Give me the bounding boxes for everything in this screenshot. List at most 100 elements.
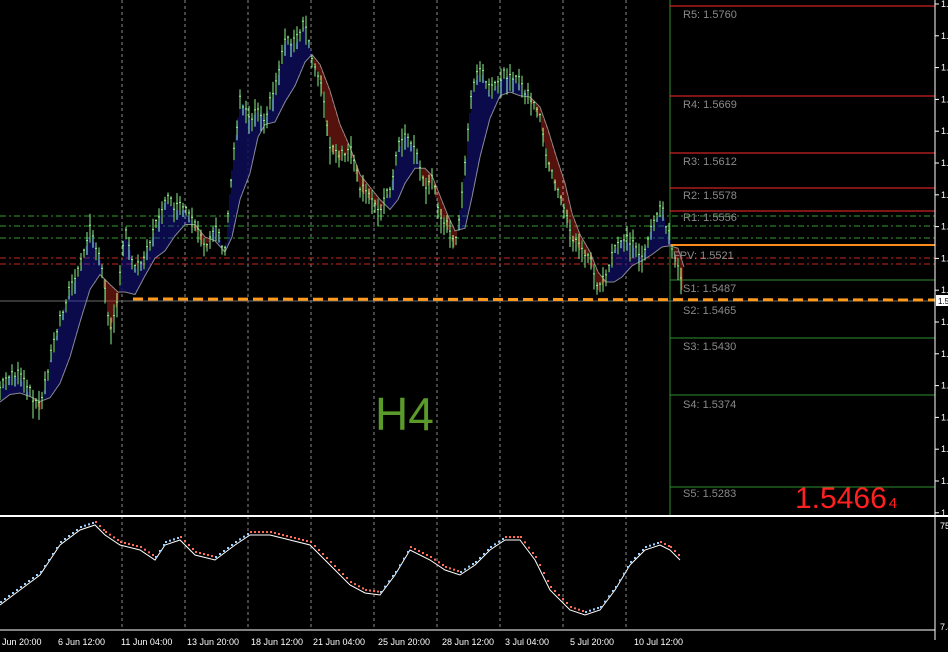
indicator-dot xyxy=(310,541,312,543)
indicator-dot xyxy=(414,548,416,550)
indicator-dot xyxy=(479,557,481,559)
price-axis-label: 1.55730 xyxy=(941,190,948,200)
indicator-dot xyxy=(195,551,197,553)
indicator-dot xyxy=(8,595,10,597)
indicator-dot xyxy=(270,531,272,533)
indicator-dot xyxy=(266,531,268,533)
indicator-dot xyxy=(589,609,591,612)
indicator-dot xyxy=(192,548,194,550)
pivot-label: R5: 1.5760 xyxy=(683,9,737,21)
indicator-dot xyxy=(634,557,636,559)
price-axis-label: 1.53190 xyxy=(941,444,948,454)
indicator-dot xyxy=(418,550,420,552)
pivot-label: S5: 1.5283 xyxy=(683,488,736,500)
price-axis-label: 1.54140 xyxy=(941,349,948,359)
price-axis-label: 1.56045 xyxy=(941,158,948,168)
time-label: 11 Jun 04:00 xyxy=(121,637,172,647)
indicator-dot xyxy=(535,556,537,558)
current-price-sub: 4 xyxy=(889,495,897,512)
indicator-dot xyxy=(235,541,237,543)
indicator-dot xyxy=(434,558,436,561)
indicator-dot xyxy=(373,590,375,593)
indicator-bottom-value: 7.4152 xyxy=(940,622,948,632)
indicator-dot xyxy=(199,552,201,554)
timeframe-label: H4 xyxy=(375,388,434,440)
price-axis-label: 1.57695 xyxy=(941,0,948,9)
time-label: 5 Jul 20:00 xyxy=(570,637,614,647)
indicator-dot xyxy=(395,571,397,573)
indicator-dot xyxy=(660,541,662,543)
indicator-dot xyxy=(627,566,629,568)
indicator-dot xyxy=(88,523,90,526)
indicator-dot xyxy=(286,535,288,537)
time-label: 18 Jun 12:00 xyxy=(251,637,303,647)
indicator-dot xyxy=(380,591,382,593)
indicator-dot xyxy=(498,540,500,543)
indicator-dot xyxy=(475,561,477,563)
indicator-dot xyxy=(403,557,405,560)
indicator-dot xyxy=(468,565,470,568)
indicator-dot xyxy=(384,585,386,588)
indicator-dot xyxy=(674,550,676,552)
indicator-dot xyxy=(20,586,22,588)
indicator-dot xyxy=(258,531,260,533)
indicator-dot xyxy=(60,541,62,543)
indicator-dot xyxy=(140,546,142,548)
indicator-dot xyxy=(152,554,154,556)
indicator-dot xyxy=(604,600,606,603)
indicator-dot xyxy=(407,551,409,553)
indicator-dot xyxy=(68,535,70,537)
time-label: 25 Jun 20:00 xyxy=(378,637,430,647)
indicator-dot xyxy=(623,572,625,575)
indicator-dot xyxy=(109,533,111,536)
indicator-dot xyxy=(44,565,46,567)
indicator-dot xyxy=(524,541,526,544)
time-label: 6 Jun 12:00 xyxy=(58,637,105,647)
indicator-dot xyxy=(558,594,560,596)
indicator-dot xyxy=(554,590,556,592)
indicator-dot xyxy=(128,543,130,545)
indicator-dot xyxy=(278,533,280,535)
indicator-dot xyxy=(144,548,146,551)
indicator-dot xyxy=(113,536,115,539)
indicator-dot xyxy=(619,579,621,582)
indicator-dot xyxy=(314,545,316,547)
indicator-dot xyxy=(453,568,455,571)
indicator-dot xyxy=(52,553,54,555)
indicator-dot xyxy=(464,568,466,571)
indicator-dot xyxy=(95,521,97,523)
indicator-dot xyxy=(578,608,580,611)
indicator-dot xyxy=(505,536,507,538)
indicator-dot xyxy=(40,571,42,573)
indicator-dot xyxy=(120,541,122,543)
indicator-dot xyxy=(262,531,264,533)
indicator-dot xyxy=(290,536,292,538)
indicator-dot xyxy=(239,538,241,541)
indicator-dot xyxy=(124,542,126,544)
indicator-dot xyxy=(442,564,444,566)
indicator-dot xyxy=(649,544,651,547)
indicator-dot xyxy=(169,539,171,542)
chart-canvas[interactable]: R5: 1.5760 R4: 1.5669 R3: 1.5612 R2: 1.5578… xyxy=(0,0,948,652)
indicator-dot xyxy=(520,536,522,538)
indicator-dot xyxy=(203,553,205,555)
indicator-dot xyxy=(64,538,66,540)
indicator-dot xyxy=(528,546,530,549)
indicator-dot xyxy=(36,574,38,576)
indicator-dot xyxy=(177,537,179,539)
indicator-dot xyxy=(219,553,221,555)
indicator-dot xyxy=(215,556,217,558)
indicator-dot xyxy=(0,601,2,603)
indicator-dot xyxy=(211,555,213,557)
indicator-dot xyxy=(410,546,412,548)
indicator-dot xyxy=(294,537,296,539)
indicator-dot xyxy=(445,566,447,568)
indicator-dot xyxy=(173,538,175,541)
indicator-dot xyxy=(426,554,428,556)
indicator-dot xyxy=(513,536,515,538)
indicator-dot xyxy=(318,549,320,551)
time-label: 28 Jun 12:00 xyxy=(442,637,494,647)
indicator-dot xyxy=(449,567,451,570)
indicator-dot xyxy=(80,526,82,528)
indicator-dot xyxy=(438,561,440,564)
